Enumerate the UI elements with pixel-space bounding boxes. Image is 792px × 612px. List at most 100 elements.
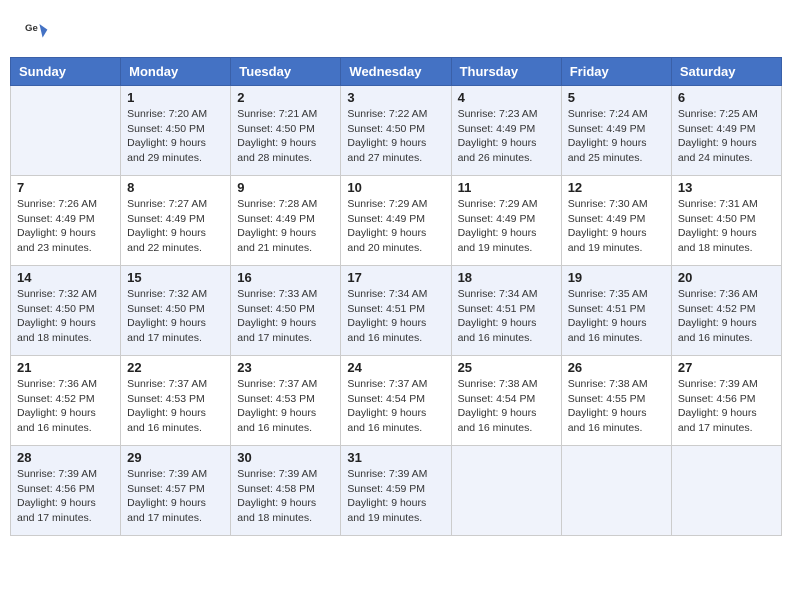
day-info: Sunrise: 7:34 AMSunset: 4:51 PMDaylight:… — [347, 287, 444, 346]
calendar-cell: 10 Sunrise: 7:29 AMSunset: 4:49 PMDayligh… — [341, 176, 451, 266]
calendar-cell: 14 Sunrise: 7:32 AMSunset: 4:50 PMDayligh… — [11, 266, 121, 356]
calendar-cell: 17 Sunrise: 7:34 AMSunset: 4:51 PMDayligh… — [341, 266, 451, 356]
logo-icon: Ge — [25, 20, 49, 44]
day-info: Sunrise: 7:23 AMSunset: 4:49 PMDaylight:… — [458, 107, 555, 166]
day-info: Sunrise: 7:37 AMSunset: 4:53 PMDaylight:… — [127, 377, 224, 436]
day-number: 31 — [347, 450, 444, 465]
day-info: Sunrise: 7:35 AMSunset: 4:51 PMDaylight:… — [568, 287, 665, 346]
day-info: Sunrise: 7:32 AMSunset: 4:50 PMDaylight:… — [127, 287, 224, 346]
day-info: Sunrise: 7:38 AMSunset: 4:54 PMDaylight:… — [458, 377, 555, 436]
calendar-header-saturday: Saturday — [671, 58, 781, 86]
day-number: 17 — [347, 270, 444, 285]
day-number: 14 — [17, 270, 114, 285]
day-info: Sunrise: 7:29 AMSunset: 4:49 PMDaylight:… — [458, 197, 555, 256]
logo: Ge — [25, 20, 53, 44]
page-header: Ge — [10, 10, 782, 49]
calendar-cell: 5 Sunrise: 7:24 AMSunset: 4:49 PMDaylight… — [561, 86, 671, 176]
calendar-week-row: 14 Sunrise: 7:32 AMSunset: 4:50 PMDayligh… — [11, 266, 782, 356]
day-info: Sunrise: 7:22 AMSunset: 4:50 PMDaylight:… — [347, 107, 444, 166]
day-number: 4 — [458, 90, 555, 105]
calendar-header-thursday: Thursday — [451, 58, 561, 86]
calendar-cell: 21 Sunrise: 7:36 AMSunset: 4:52 PMDayligh… — [11, 356, 121, 446]
day-number: 29 — [127, 450, 224, 465]
day-info: Sunrise: 7:21 AMSunset: 4:50 PMDaylight:… — [237, 107, 334, 166]
day-info: Sunrise: 7:39 AMSunset: 4:57 PMDaylight:… — [127, 467, 224, 526]
day-number: 19 — [568, 270, 665, 285]
day-number: 24 — [347, 360, 444, 375]
day-info: Sunrise: 7:26 AMSunset: 4:49 PMDaylight:… — [17, 197, 114, 256]
day-number: 13 — [678, 180, 775, 195]
calendar-header-row: SundayMondayTuesdayWednesdayThursdayFrid… — [11, 58, 782, 86]
day-number: 7 — [17, 180, 114, 195]
day-info: Sunrise: 7:36 AMSunset: 4:52 PMDaylight:… — [17, 377, 114, 436]
calendar-cell: 29 Sunrise: 7:39 AMSunset: 4:57 PMDayligh… — [121, 446, 231, 536]
day-number: 25 — [458, 360, 555, 375]
calendar-header-tuesday: Tuesday — [231, 58, 341, 86]
calendar-cell: 27Sunrise: 7:39 AMSunset: 4:56 PMDayligh… — [671, 356, 781, 446]
day-info: Sunrise: 7:33 AMSunset: 4:50 PMDaylight:… — [237, 287, 334, 346]
day-number: 27 — [678, 360, 775, 375]
calendar-cell: 8 Sunrise: 7:27 AMSunset: 4:49 PMDaylight… — [121, 176, 231, 266]
day-info: Sunrise: 7:37 AMSunset: 4:53 PMDaylight:… — [237, 377, 334, 436]
day-info: Sunrise: 7:25 AMSunset: 4:49 PMDaylight:… — [678, 107, 775, 166]
calendar-cell: 12Sunrise: 7:30 AMSunset: 4:49 PMDayligh… — [561, 176, 671, 266]
calendar-cell: 19 Sunrise: 7:35 AMSunset: 4:51 PMDayligh… — [561, 266, 671, 356]
day-number: 20 — [678, 270, 775, 285]
calendar-header-friday: Friday — [561, 58, 671, 86]
calendar-cell: 4 Sunrise: 7:23 AMSunset: 4:49 PMDaylight… — [451, 86, 561, 176]
day-number: 11 — [458, 180, 555, 195]
day-info: Sunrise: 7:39 AMSunset: 4:58 PMDaylight:… — [237, 467, 334, 526]
day-info: Sunrise: 7:27 AMSunset: 4:49 PMDaylight:… — [127, 197, 224, 256]
day-number: 22 — [127, 360, 224, 375]
calendar-cell: 9Sunrise: 7:28 AMSunset: 4:49 PMDaylight… — [231, 176, 341, 266]
calendar-week-row: 21 Sunrise: 7:36 AMSunset: 4:52 PMDayligh… — [11, 356, 782, 446]
day-number: 23 — [237, 360, 334, 375]
calendar-cell: 6Sunrise: 7:25 AMSunset: 4:49 PMDaylight… — [671, 86, 781, 176]
day-number: 21 — [17, 360, 114, 375]
day-info: Sunrise: 7:37 AMSunset: 4:54 PMDaylight:… — [347, 377, 444, 436]
day-info: Sunrise: 7:34 AMSunset: 4:51 PMDaylight:… — [458, 287, 555, 346]
day-number: 10 — [347, 180, 444, 195]
calendar-cell: 28Sunrise: 7:39 AMSunset: 4:56 PMDayligh… — [11, 446, 121, 536]
day-info: Sunrise: 7:20 AMSunset: 4:50 PMDaylight:… — [127, 107, 224, 166]
calendar-cell: 30Sunrise: 7:39 AMSunset: 4:58 PMDayligh… — [231, 446, 341, 536]
calendar-cell: 26 Sunrise: 7:38 AMSunset: 4:55 PMDayligh… — [561, 356, 671, 446]
calendar-cell: 18Sunrise: 7:34 AMSunset: 4:51 PMDayligh… — [451, 266, 561, 356]
calendar-cell: 23 Sunrise: 7:37 AMSunset: 4:53 PMDayligh… — [231, 356, 341, 446]
calendar-cell: 31Sunrise: 7:39 AMSunset: 4:59 PMDayligh… — [341, 446, 451, 536]
day-number: 3 — [347, 90, 444, 105]
day-number: 26 — [568, 360, 665, 375]
calendar-cell: 11 Sunrise: 7:29 AMSunset: 4:49 PMDayligh… — [451, 176, 561, 266]
calendar-header-wednesday: Wednesday — [341, 58, 451, 86]
calendar-header-monday: Monday — [121, 58, 231, 86]
calendar-cell — [671, 446, 781, 536]
calendar-week-row: 28Sunrise: 7:39 AMSunset: 4:56 PMDayligh… — [11, 446, 782, 536]
day-number: 15 — [127, 270, 224, 285]
calendar-cell: 13 Sunrise: 7:31 AMSunset: 4:50 PMDayligh… — [671, 176, 781, 266]
calendar-header-sunday: Sunday — [11, 58, 121, 86]
day-number: 8 — [127, 180, 224, 195]
calendar-cell: 22 Sunrise: 7:37 AMSunset: 4:53 PMDayligh… — [121, 356, 231, 446]
day-info: Sunrise: 7:31 AMSunset: 4:50 PMDaylight:… — [678, 197, 775, 256]
day-info: Sunrise: 7:32 AMSunset: 4:50 PMDaylight:… — [17, 287, 114, 346]
calendar-cell: 25 Sunrise: 7:38 AMSunset: 4:54 PMDayligh… — [451, 356, 561, 446]
calendar-table: SundayMondayTuesdayWednesdayThursdayFrid… — [10, 57, 782, 536]
calendar-cell: 24 Sunrise: 7:37 AMSunset: 4:54 PMDayligh… — [341, 356, 451, 446]
day-info: Sunrise: 7:24 AMSunset: 4:49 PMDaylight:… — [568, 107, 665, 166]
calendar-cell: 15 Sunrise: 7:32 AMSunset: 4:50 PMDayligh… — [121, 266, 231, 356]
day-info: Sunrise: 7:29 AMSunset: 4:49 PMDaylight:… — [347, 197, 444, 256]
calendar-cell: 16 Sunrise: 7:33 AMSunset: 4:50 PMDayligh… — [231, 266, 341, 356]
calendar-cell — [451, 446, 561, 536]
day-number: 5 — [568, 90, 665, 105]
calendar-week-row: 7 Sunrise: 7:26 AMSunset: 4:49 PMDaylight… — [11, 176, 782, 266]
day-number: 1 — [127, 90, 224, 105]
calendar-cell — [561, 446, 671, 536]
day-number: 9 — [237, 180, 334, 195]
calendar-cell: 2Sunrise: 7:21 AMSunset: 4:50 PMDaylight… — [231, 86, 341, 176]
day-info: Sunrise: 7:38 AMSunset: 4:55 PMDaylight:… — [568, 377, 665, 436]
calendar-cell: 1 Sunrise: 7:20 AMSunset: 4:50 PMDaylight… — [121, 86, 231, 176]
day-number: 12 — [568, 180, 665, 195]
day-number: 16 — [237, 270, 334, 285]
calendar-cell: 3 Sunrise: 7:22 AMSunset: 4:50 PMDaylight… — [341, 86, 451, 176]
day-info: Sunrise: 7:36 AMSunset: 4:52 PMDaylight:… — [678, 287, 775, 346]
